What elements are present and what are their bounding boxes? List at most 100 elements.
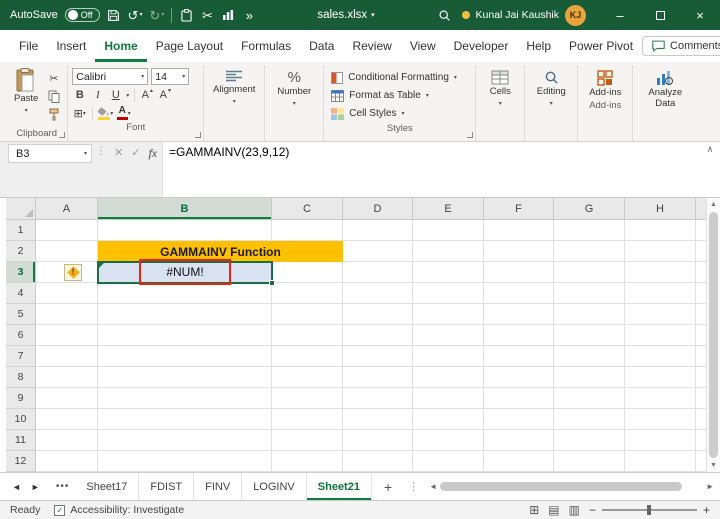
clipboard-dialog-launcher-icon[interactable]	[59, 132, 66, 138]
next-sheet-icon[interactable]: ►	[31, 482, 40, 492]
font-dialog-launcher-icon[interactable]	[195, 132, 202, 138]
menu-item-view[interactable]: View	[401, 30, 445, 62]
menu-item-help[interactable]: Help	[517, 30, 560, 62]
menu-item-formulas[interactable]: Formulas	[232, 30, 300, 62]
minimize-button[interactable]: –	[600, 0, 640, 30]
cell-A8[interactable]	[36, 367, 98, 388]
menu-item-insert[interactable]: Insert	[47, 30, 95, 62]
cell-E9[interactable]	[413, 388, 484, 409]
cell-C4[interactable]	[272, 283, 343, 304]
vertical-scroll-thumb[interactable]	[709, 212, 718, 458]
cell-A1[interactable]	[36, 220, 98, 241]
cell-styles-button[interactable]: Cell Styles ▾	[328, 105, 471, 122]
cell-E6[interactable]	[413, 325, 484, 346]
row-header-1[interactable]: 1	[6, 220, 36, 241]
collapse-formula-bar-button[interactable]: ∧	[700, 142, 720, 197]
copy-button[interactable]	[46, 88, 61, 104]
scroll-up-icon[interactable]: ▲	[710, 198, 717, 211]
cell-D6[interactable]	[343, 325, 413, 346]
cell-G7[interactable]	[554, 346, 625, 367]
cell-D3[interactable]	[343, 262, 413, 283]
cell-A12[interactable]	[36, 451, 98, 472]
save-icon[interactable]	[107, 4, 121, 26]
cell-H12[interactable]	[625, 451, 696, 472]
menu-item-file[interactable]: File	[10, 30, 47, 62]
cell-D7[interactable]	[343, 346, 413, 367]
avatar[interactable]: KJ	[565, 4, 586, 26]
sheet-tab-sheet17[interactable]: Sheet17	[75, 473, 140, 500]
cell-G12[interactable]	[554, 451, 625, 472]
column-header-C[interactable]: C	[272, 198, 343, 220]
autosave-toggle[interactable]: Off	[64, 8, 100, 22]
cut-button[interactable]: ✂	[46, 70, 61, 86]
row-header-7[interactable]: 7	[6, 346, 36, 367]
decrease-font-size-button[interactable]: A ▼	[158, 87, 173, 103]
cell-H5[interactable]	[625, 304, 696, 325]
cell-H11[interactable]	[625, 430, 696, 451]
cell-A2[interactable]	[36, 241, 98, 262]
cell-D4[interactable]	[343, 283, 413, 304]
cell-F5[interactable]	[484, 304, 554, 325]
font-size-combobox[interactable]: 14 ▾	[151, 68, 190, 85]
accessibility-status[interactable]: ✓ Accessibility: Investigate	[54, 504, 184, 516]
sheet-tab-sheet21[interactable]: Sheet21	[306, 473, 372, 500]
cell-G4[interactable]	[554, 283, 625, 304]
cell-H4[interactable]	[625, 283, 696, 304]
redo-icon[interactable]: ↻ ▾	[149, 4, 164, 26]
row-header-11[interactable]: 11	[6, 430, 36, 451]
cell-C3[interactable]	[272, 262, 343, 283]
column-header-G[interactable]: G	[554, 198, 625, 220]
menu-item-developer[interactable]: Developer	[445, 30, 518, 62]
previous-sheet-icon[interactable]: ◄	[12, 482, 21, 492]
maximize-button[interactable]	[640, 0, 680, 30]
menu-item-page-layout[interactable]: Page Layout	[147, 30, 232, 62]
cell-G5[interactable]	[554, 304, 625, 325]
row-header-2[interactable]: 2	[6, 241, 36, 262]
undo-icon[interactable]: ↺ ▾	[128, 4, 143, 26]
cell-G9[interactable]	[554, 388, 625, 409]
cells-button[interactable]: Cells ▾	[480, 66, 520, 107]
cell-A9[interactable]	[36, 388, 98, 409]
underline-button[interactable]: U	[108, 87, 123, 103]
sheet-tab-loginv[interactable]: LOGINV	[242, 473, 307, 500]
formula-input[interactable]: =GAMMAINV(23,9,12)	[162, 142, 700, 197]
menu-item-home[interactable]: Home	[95, 30, 146, 62]
cell-F11[interactable]	[484, 430, 554, 451]
cell-D9[interactable]	[343, 388, 413, 409]
italic-button[interactable]: I	[90, 87, 105, 103]
cell-F1[interactable]	[484, 220, 554, 241]
cell-G2[interactable]	[554, 241, 625, 262]
analyze-data-button[interactable]: Analyze Data	[637, 66, 693, 110]
cell-B9[interactable]	[98, 388, 272, 409]
menu-item-data[interactable]: Data	[300, 30, 343, 62]
cell-F7[interactable]	[484, 346, 554, 367]
cell-F4[interactable]	[484, 283, 554, 304]
cell-B6[interactable]	[98, 325, 272, 346]
cell-E3[interactable]	[413, 262, 484, 283]
sheet-tab-finv[interactable]: FINV	[194, 473, 243, 500]
number-button[interactable]: % Number ▾	[269, 66, 319, 107]
cell-C1[interactable]	[272, 220, 343, 241]
insert-function-button[interactable]: fx	[148, 146, 157, 161]
scroll-down-icon[interactable]: ▼	[710, 459, 717, 472]
cell-A11[interactable]	[36, 430, 98, 451]
cell-E10[interactable]	[413, 409, 484, 430]
zoom-out-button[interactable]: −	[589, 503, 596, 517]
row-header-6[interactable]: 6	[6, 325, 36, 346]
sheet-list-ellipsis[interactable]: •••	[50, 473, 76, 500]
cell-F2[interactable]	[484, 241, 554, 262]
cell-D5[interactable]	[343, 304, 413, 325]
cell-B4[interactable]	[98, 283, 272, 304]
row-header-3[interactable]: 3	[6, 262, 36, 283]
cell-A4[interactable]	[36, 283, 98, 304]
cell-G3[interactable]	[554, 262, 625, 283]
cell-A6[interactable]	[36, 325, 98, 346]
paste-button[interactable]: Paste ▾	[10, 66, 42, 127]
cell-D2[interactable]	[343, 241, 413, 262]
column-header-D[interactable]: D	[343, 198, 413, 220]
cell-D10[interactable]	[343, 409, 413, 430]
cell-A5[interactable]	[36, 304, 98, 325]
cell-E2[interactable]	[413, 241, 484, 262]
cell-D1[interactable]	[343, 220, 413, 241]
cell-H3[interactable]	[625, 262, 696, 283]
